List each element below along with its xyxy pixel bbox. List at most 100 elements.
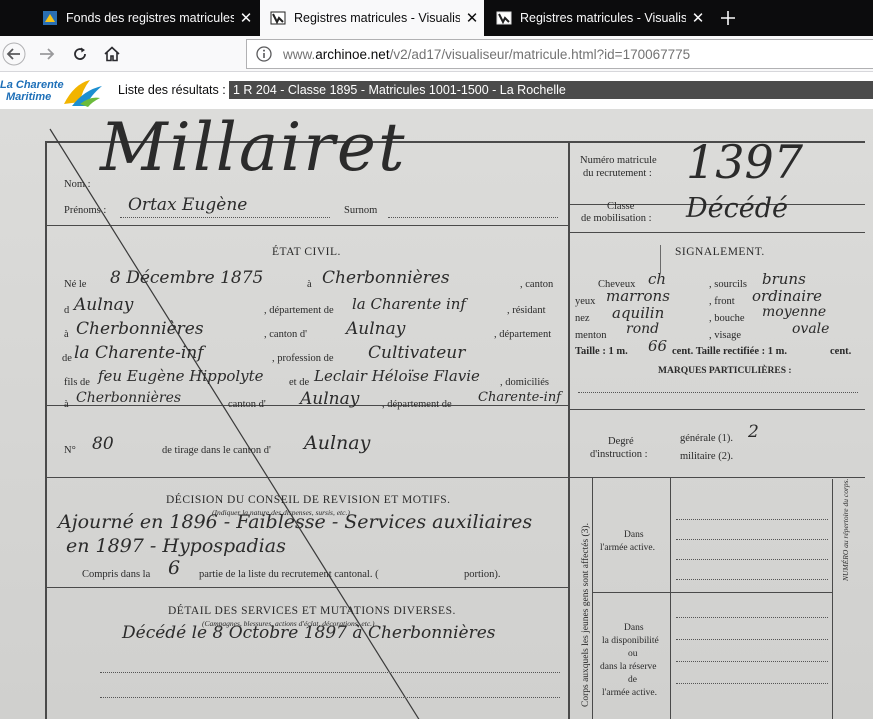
nez-handwriting: aquilin [612, 304, 665, 322]
instruction-label: d'instruction : [590, 449, 648, 460]
canton-handwriting: Aulnay [74, 295, 134, 315]
a-label: à [64, 329, 69, 340]
tab-fonds-registres[interactable]: Fonds des registres matricules ✕ [32, 0, 258, 36]
birth-date-handwriting: 8 Décembre 1875 [110, 268, 264, 288]
sourcils-handwriting: bruns [762, 270, 806, 288]
numero-label: N° [64, 445, 76, 456]
taille-handwriting: 66 [648, 337, 668, 355]
reload-button[interactable] [66, 40, 94, 68]
dotted-line [676, 539, 828, 540]
dans-label: Dans [624, 530, 644, 540]
dotted-line [676, 639, 828, 640]
departement-handwriting: la Charente inf [352, 295, 466, 313]
navigation-bar: www.archinoe.net/v2/ad17/visualiseur/mat… [0, 36, 873, 72]
logo-line-1: La Charente [0, 79, 64, 91]
cent-label: cent. [830, 346, 852, 357]
site-header: La Charente Maritime Liste des résultats… [0, 72, 873, 109]
etat-civil-heading: ÉTAT CIVIL. [272, 246, 341, 258]
tab-visualiseur[interactable]: Registres matricules - Visualiseur ✕ [486, 0, 710, 36]
new-tab-button[interactable] [712, 0, 744, 36]
reload-icon [74, 47, 86, 60]
charente-maritime-logo[interactable]: La Charente Maritime [0, 76, 108, 108]
url-prefix: www. [283, 46, 316, 62]
tab-title: Registres matricules - Visualiseur [294, 11, 460, 25]
surname-handwriting: Millairet [100, 109, 407, 186]
close-icon[interactable]: ✕ [686, 9, 710, 27]
tab-visualiseur-active[interactable]: Registres matricules - Visualiseur ✕ [260, 0, 484, 36]
mobilisation-label: de mobilisation : [581, 213, 652, 224]
canton3-handwriting: Aulnay [300, 389, 360, 409]
classe-label: Classe [607, 201, 635, 212]
departement-de-label: , département de [264, 305, 334, 316]
dotted-line [676, 579, 828, 580]
disponibilite-label: la disponibilité [602, 636, 659, 646]
info-icon[interactable] [253, 43, 275, 65]
site-favicon-icon [43, 11, 57, 25]
matricule-number-handwriting: 1397 [686, 135, 804, 189]
close-icon[interactable]: ✕ [234, 9, 258, 27]
taille-label: Taille : 1 m. [575, 346, 628, 357]
front-label: , front [709, 296, 735, 307]
url-path: /v2/ad17/visualiseur/matricule.html?id=1… [389, 46, 691, 62]
nom-label: Nom : [64, 179, 91, 190]
domicile-handwriting: Cherbonnières [76, 390, 182, 406]
a-label: à [307, 279, 312, 290]
dotted-line [676, 519, 828, 520]
dotted-line [676, 661, 828, 662]
tab-title: Fonds des registres matricules [66, 11, 234, 25]
decision-heading: DÉCISION DU CONSEIL DE REVISION ET MOTIF… [166, 494, 451, 506]
profession-handwriting: Cultivateur [368, 343, 466, 363]
a-label: à [64, 399, 69, 410]
profession-label: , profession de [272, 353, 334, 364]
address-bar[interactable]: www.archinoe.net/v2/ad17/visualiseur/mat… [246, 39, 873, 69]
detail-heading: DÉTAIL DES SERVICES ET MUTATIONS DIVERSE… [168, 605, 456, 617]
partie-handwriting: 6 [168, 557, 181, 579]
armee-active-label: l'armée active. [602, 688, 657, 698]
portion-label: portion). [464, 569, 501, 580]
taille-rectifiee-label: cent. Taille rectifiée : 1 m. [672, 346, 787, 357]
de-label: de [62, 353, 72, 364]
forward-arrow-icon [40, 48, 55, 60]
numero-matricule-label: Numéro matricule [580, 155, 657, 166]
dotted-line [578, 392, 858, 393]
cheveux-handwriting: ch [648, 270, 667, 288]
front-handwriting: ordinaire [752, 287, 823, 305]
document-viewer[interactable]: Nom : Millairet Prénoms : Ortax Eugène S… [0, 109, 873, 719]
nez-label: nez [575, 313, 590, 324]
vertical-corps-label: Corps auxquels les jeunes gens sont affe… [581, 523, 591, 707]
residant-label: , résidant [507, 305, 546, 316]
back-button[interactable] [0, 40, 28, 68]
logo-line-2: Maritime [6, 91, 52, 103]
degre-label: Degré [608, 436, 634, 447]
compris-label: Compris dans la [82, 569, 151, 580]
back-arrow-icon [2, 42, 26, 66]
close-icon[interactable]: ✕ [460, 9, 484, 27]
departement3-handwriting: Charente-inf [478, 390, 562, 405]
visage-handwriting: ovale [792, 321, 830, 337]
home-button[interactable] [98, 40, 126, 68]
departement-label: , département [494, 329, 552, 340]
dotted-line [120, 217, 330, 218]
tab-title: Registres matricules - Visualiseur [520, 11, 686, 25]
tirage-canton-handwriting: Aulnay [304, 432, 371, 454]
bird-logo-icon [64, 80, 102, 107]
dotted-line [100, 697, 560, 698]
canton-d2-label: canton d' [228, 399, 266, 410]
signalement-heading: SIGNALEMENT. [675, 246, 765, 258]
results-list-label: Liste des résultats : [118, 83, 226, 97]
results-selector[interactable]: 1 R 204 - Classe 1895 - Matricules 1001-… [229, 81, 873, 99]
visage-label: , visage [709, 330, 742, 341]
partie-label: partie de la liste du recrutement canton… [199, 569, 379, 580]
tirage-label: de tirage dans le canton d' [162, 445, 271, 456]
forward-button[interactable] [33, 40, 61, 68]
prenoms-handwriting: Ortax Eugène [128, 195, 248, 215]
dotted-line [676, 683, 828, 684]
url-host: archinoe.net [315, 46, 390, 62]
mother-handwriting: Leclair Héloïse Flavie [314, 367, 480, 385]
departement-de2-label: , département de [382, 399, 452, 410]
recrutement-label: du recrutement : [583, 168, 652, 179]
tab-strip: Fonds des registres matricules ✕ Registr… [0, 0, 873, 36]
decision-line1-handwriting: Ajourné en 1896 - Faiblesse - Services a… [58, 511, 533, 533]
bouche-handwriting: moyenne [762, 304, 827, 320]
de-label: de [628, 675, 637, 685]
